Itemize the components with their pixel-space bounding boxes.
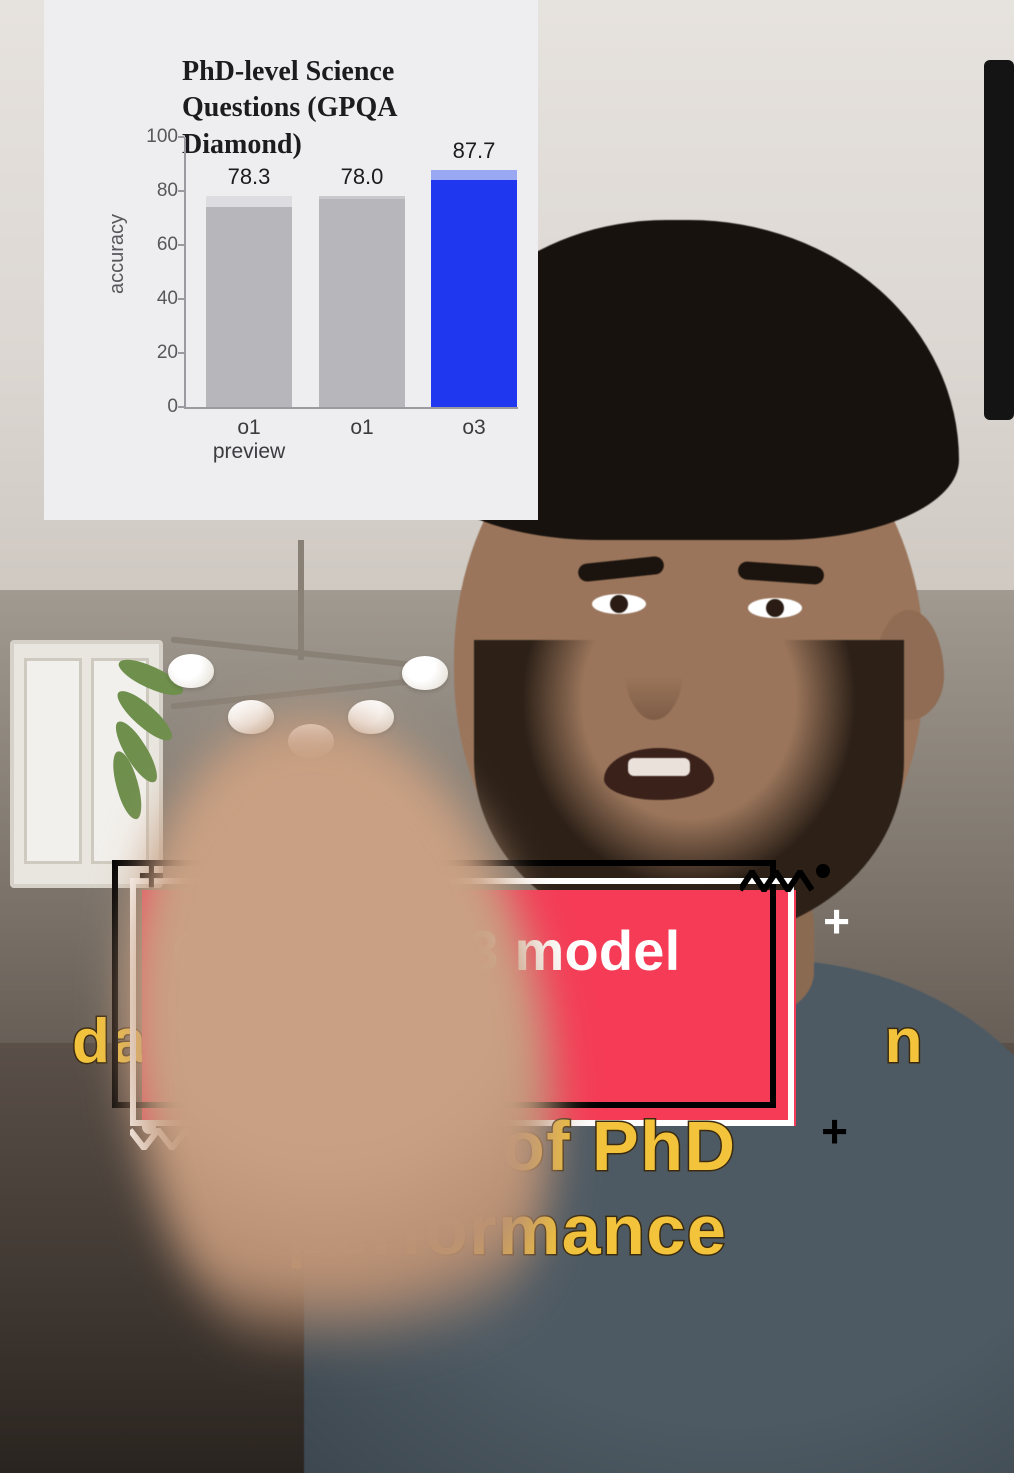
chart-bar-main [431,180,517,407]
chart-ytick-mark [178,298,184,300]
presenter-nose [624,610,684,720]
chart-x-category: o1 [302,416,422,440]
chart-ytick-mark [178,352,184,354]
chart-bar-value-label: 78.0 [307,164,417,190]
chart-bar-overlay [431,170,517,180]
chart-x-category: o3 [414,416,534,440]
chart-ytick-mark [178,244,184,246]
chart-ytick-mark [178,136,184,138]
chart-ytick-label: 100 [144,126,178,148]
chart-bar-main [319,199,405,407]
chart-ytick-label: 80 [144,180,178,202]
chart-bar-value-label: 78.3 [194,164,304,190]
presenter-eye [748,598,802,618]
bg-bulb [168,654,214,688]
chart-ytick-mark [178,190,184,192]
chart-bar-overlay [319,196,405,199]
chart-x-category: o1preview [189,416,309,464]
plus-icon: + [823,894,850,948]
caption-fragment: n [885,1006,924,1077]
chart-ytick-label: 0 [144,396,178,418]
chart-ytick-label: 40 [144,288,178,310]
chart-x-axis [184,407,518,409]
chart-y-axis [184,137,186,407]
chart-bar-overlay [206,196,292,208]
chart-ytick-label: 20 [144,342,178,364]
dot-icon [816,864,830,878]
chart-plot-area: 0 20 40 60 80 100 78.378.087.7 o1previewo1o3 [44,0,538,520]
video-frame: da n OpenAI's o3 model explained + + + l… [0,0,1014,1473]
chart-bar-main [206,207,292,407]
chart-ytick-label: 60 [144,234,178,256]
chart-bar-value-label: 87.7 [419,138,529,164]
bg-lamp [298,540,304,660]
chart-ytick-mark [178,406,184,408]
zigzag-icon [740,870,814,892]
chart-card: PhD-level Science Questions (GPQA Diamon… [44,0,538,520]
presenter-eye [592,594,646,614]
